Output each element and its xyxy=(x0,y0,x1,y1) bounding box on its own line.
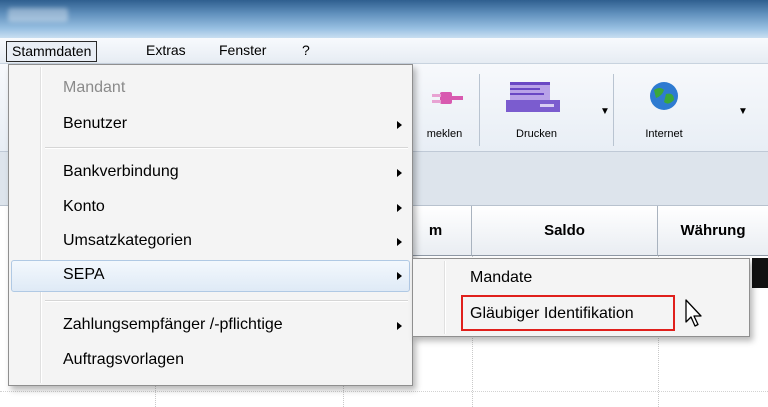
mouse-cursor-icon xyxy=(685,299,702,327)
menu-item-label: Mandant xyxy=(63,79,126,96)
plug-icon xyxy=(432,92,463,104)
column-header-saldo[interactable]: Saldo xyxy=(472,206,658,256)
menubar: Stammdaten Extras Fenster ? xyxy=(0,38,768,64)
globe-icon xyxy=(650,82,678,110)
submenu-arrow-icon xyxy=(397,121,402,129)
menu-item-label: Konto xyxy=(63,198,105,215)
toolbar-button-label: Drucken xyxy=(516,128,557,140)
table-cell xyxy=(752,258,768,288)
toolbar-button-drucken[interactable]: ▼ Drucken xyxy=(490,74,614,146)
menu-item-mandant: Mandant xyxy=(11,73,410,105)
toolbar-button-label: Internet xyxy=(645,128,683,140)
chevron-down-icon[interactable]: ▼ xyxy=(600,106,610,117)
toolbar-button-anmelden[interactable]: meklen xyxy=(410,74,480,146)
submenu-arrow-icon xyxy=(397,238,402,246)
submenu-arrow-icon xyxy=(397,169,402,177)
menu-item-sepa[interactable]: SEPA xyxy=(11,260,410,292)
menu-fenster[interactable]: Fenster xyxy=(214,41,271,62)
menu-item-label: SEPA xyxy=(63,266,105,283)
chevron-down-icon[interactable]: ▼ xyxy=(738,106,748,117)
menu-extras[interactable]: Extras xyxy=(141,41,191,62)
menu-item-zahlungsempfaenger[interactable]: Zahlungsempfänger /-pflichtige xyxy=(11,310,410,342)
window-title xyxy=(8,8,68,22)
window-titlebar xyxy=(0,0,768,38)
grid-line xyxy=(0,391,768,392)
menu-separator xyxy=(45,300,408,302)
menu-item-label: Auftragsvorlagen xyxy=(63,351,184,368)
menu-item-umsatzkategorien[interactable]: Umsatzkategorien xyxy=(11,226,410,258)
menu-item-konto[interactable]: Konto xyxy=(11,192,410,224)
menu-item-mandate[interactable]: Mandate xyxy=(415,262,747,294)
menu-item-label: Umsatzkategorien xyxy=(63,232,192,249)
menu-item-bankverbindung[interactable]: Bankverbindung xyxy=(11,157,410,189)
menu-item-label: Benutzer xyxy=(63,115,128,132)
menu-item-label: Mandate xyxy=(470,269,533,286)
menu-help[interactable]: ? xyxy=(297,41,315,62)
submenu-arrow-icon xyxy=(397,272,402,280)
menu-item-auftragsvorlagen[interactable]: Auftragsvorlagen xyxy=(11,345,410,377)
menu-item-label: Bankverbindung xyxy=(63,163,179,180)
printer-icon xyxy=(506,82,560,112)
column-header-waehrung[interactable]: Währung xyxy=(658,206,768,256)
annotation-highlight-box xyxy=(461,295,675,331)
stammdaten-dropdown: Mandant Benutzer Bankverbindung Konto Um… xyxy=(8,64,413,386)
menu-separator xyxy=(45,147,408,149)
toolbar-button-internet[interactable]: ▼ Internet xyxy=(624,74,754,146)
toolbar-button-label: meklen xyxy=(426,128,463,140)
submenu-arrow-icon xyxy=(397,322,402,330)
menu-item-benutzer[interactable]: Benutzer xyxy=(11,109,410,141)
submenu-arrow-icon xyxy=(397,204,402,212)
menu-stammdaten[interactable]: Stammdaten xyxy=(6,41,98,62)
menu-item-label: Zahlungsempfänger /-pflichtige xyxy=(63,316,283,333)
